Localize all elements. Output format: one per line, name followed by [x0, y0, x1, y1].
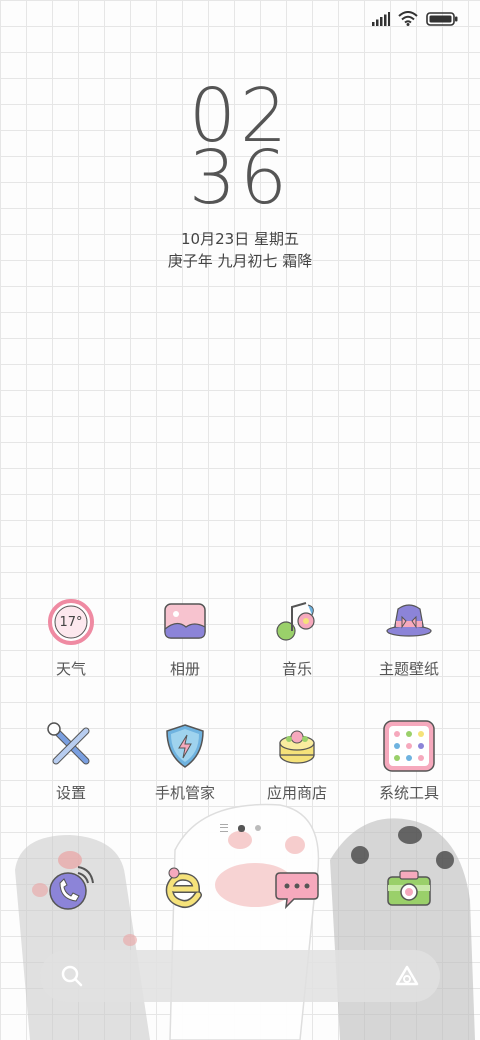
status-bar — [372, 8, 458, 32]
lock-clock[interactable]: 02 36 — [0, 79, 480, 221]
signal-icon — [372, 11, 390, 30]
dock-phone[interactable] — [16, 858, 126, 918]
camera-icon — [379, 858, 439, 918]
settings-icon — [41, 716, 101, 776]
app-tools-folder[interactable]: 系统工具 — [354, 716, 464, 803]
weather-temperature: 17° — [59, 614, 83, 630]
app-label: 音乐 — [281, 660, 312, 678]
app-label: 主题壁纸 — [378, 660, 439, 678]
clock-minutes: 36 — [188, 135, 292, 221]
app-gallery[interactable]: 相册 — [130, 592, 240, 679]
page-dot-active[interactable] — [237, 824, 245, 832]
messages-icon — [267, 858, 327, 918]
dock-camera[interactable] — [354, 858, 464, 918]
tools-folder-icon — [379, 716, 439, 776]
app-label: 应用商店 — [266, 784, 327, 802]
app-theme[interactable]: 主题壁纸 — [354, 592, 464, 679]
phone-icon — [41, 858, 101, 918]
app-label: 相册 — [169, 660, 200, 678]
dock-browser[interactable] — [130, 858, 240, 918]
security-icon — [155, 716, 215, 776]
app-security[interactable]: 手机管家 — [130, 716, 240, 803]
theme-icon — [379, 592, 439, 652]
app-label: 系统工具 — [378, 784, 439, 802]
app-music[interactable]: 音乐 — [242, 592, 352, 679]
search-icon[interactable] — [60, 964, 84, 992]
music-icon — [267, 592, 327, 652]
app-store[interactable]: 应用商店 — [242, 716, 352, 803]
search-bar[interactable] — [40, 950, 440, 1002]
date-text[interactable]: 10月23日 星期五 — [0, 228, 480, 249]
app-settings[interactable]: 设置 — [16, 716, 126, 803]
menu-lines-icon[interactable] — [219, 824, 228, 832]
paw-wallpaper — [15, 803, 475, 1040]
page-dot[interactable] — [254, 825, 261, 831]
app-label: 设置 — [55, 784, 86, 802]
app-weather[interactable]: 17° 天气 — [16, 592, 126, 679]
lunar-date-text: 庚子年 九月初七 霜降 — [167, 252, 313, 270]
battery-icon — [426, 11, 458, 30]
app-label: 手机管家 — [154, 784, 215, 802]
gallery-icon — [155, 592, 215, 652]
app-label: 天气 — [55, 660, 86, 678]
assistant-icon[interactable] — [394, 964, 420, 992]
browser-icon — [155, 858, 215, 918]
weather-icon: 17° — [41, 592, 101, 652]
app-store-icon — [267, 716, 327, 776]
dock-messages[interactable] — [242, 858, 352, 918]
wifi-icon — [398, 10, 418, 30]
page-indicator[interactable] — [0, 824, 480, 832]
